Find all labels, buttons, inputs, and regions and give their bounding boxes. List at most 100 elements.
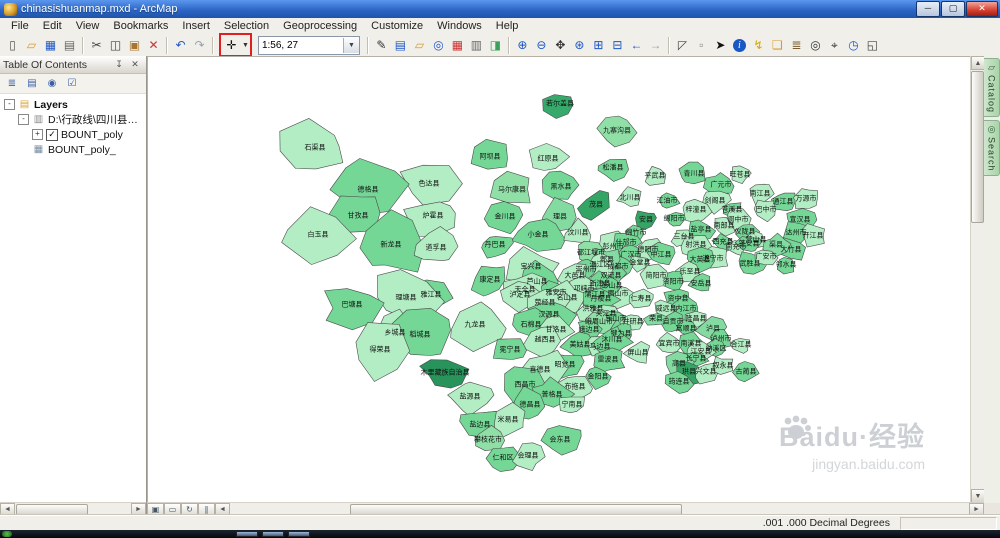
print-button[interactable]: ▤ bbox=[60, 36, 79, 55]
modelbuilder-button[interactable]: ◨ bbox=[486, 36, 505, 55]
menu-item-windows[interactable]: Windows bbox=[430, 19, 489, 33]
full-extent-button[interactable]: ⊛ bbox=[570, 36, 589, 55]
search-window-button[interactable]: ◎ bbox=[429, 36, 448, 55]
chevron-down-icon[interactable]: ▼ bbox=[342, 37, 359, 53]
new-document-button[interactable]: ▯ bbox=[3, 36, 22, 55]
viewer-window-button[interactable]: ◱ bbox=[863, 36, 882, 55]
copy-button[interactable]: ◫ bbox=[106, 36, 125, 55]
dock-tab-catalog[interactable]: ▱ Catalog bbox=[984, 58, 1000, 118]
svg-text:隆昌县: 隆昌县 bbox=[686, 314, 707, 323]
hyperlink-button[interactable]: ↯ bbox=[749, 36, 768, 55]
svg-text:仪陇县: 仪陇县 bbox=[735, 227, 756, 236]
svg-text:宣汉县: 宣汉县 bbox=[790, 215, 811, 224]
catalog-window-button[interactable]: ▱ bbox=[410, 36, 429, 55]
go-forward-extent-button[interactable]: → bbox=[646, 36, 665, 55]
menu-bar: File Edit View Bookmarks Insert Selection Geop… bbox=[0, 18, 1000, 35]
go-back-extent-button[interactable]: ← bbox=[627, 36, 646, 55]
map-scale-combo[interactable]: ▼ bbox=[257, 35, 360, 55]
menu-item-view[interactable]: View bbox=[69, 19, 107, 33]
list-by-visibility-button[interactable]: ◉ bbox=[43, 75, 61, 93]
chevron-down-icon[interactable]: ▼ bbox=[242, 42, 249, 49]
map-scale-input[interactable] bbox=[258, 38, 343, 52]
toc-tree-item-1[interactable]: -▥ D:\行政线\四川县级行政区... bbox=[0, 112, 146, 127]
maximize-button[interactable]: ▢ bbox=[941, 1, 965, 17]
taskbar-item[interactable] bbox=[236, 531, 258, 537]
fixed-zoom-out-button[interactable]: ⊟ bbox=[608, 36, 627, 55]
svg-text:资中县: 资中县 bbox=[668, 294, 689, 303]
taskbar-item[interactable] bbox=[262, 531, 284, 537]
map-vertical-scrollbar[interactable]: ▲ ▼ bbox=[970, 56, 985, 503]
list-by-source-button[interactable]: ▤ bbox=[23, 75, 41, 93]
arctoolbox-button[interactable]: ▦ bbox=[448, 36, 467, 55]
os-taskbar bbox=[0, 530, 1000, 538]
svg-text:金阳县: 金阳县 bbox=[588, 372, 609, 381]
cut-button[interactable]: ✂ bbox=[87, 36, 106, 55]
menu-item-selection[interactable]: Selection bbox=[217, 19, 276, 33]
menu-item-bookmarks[interactable]: Bookmarks bbox=[106, 19, 175, 33]
open-folder-button[interactable]: ▱ bbox=[22, 36, 41, 55]
catalog-icon: ▱ bbox=[988, 62, 995, 72]
dock-tab-search[interactable]: ◎ Search bbox=[984, 120, 1000, 176]
scroll-up-icon[interactable]: ▲ bbox=[971, 56, 985, 70]
table-of-contents-window-button[interactable]: ▤ bbox=[391, 36, 410, 55]
html-popup-button[interactable]: ❏ bbox=[768, 36, 787, 55]
map-horizontal-scrollbar[interactable]: ▣ ▭ ↻ ∥ ◄ ► bbox=[147, 502, 984, 518]
svg-text:泸定县: 泸定县 bbox=[510, 290, 531, 299]
find-icon: ◎ bbox=[810, 38, 821, 52]
zoom-in-button[interactable]: ⊕ bbox=[513, 36, 532, 55]
toc-tree-item-3[interactable]: ▦ BOUNT_poly_ bbox=[0, 142, 146, 157]
redo-button[interactable]: ↷ bbox=[190, 36, 209, 55]
menu-item-customize[interactable]: Customize bbox=[364, 19, 430, 33]
clear-selected-features-button[interactable]: ▫ bbox=[692, 36, 711, 55]
svg-text:黑水县: 黑水县 bbox=[551, 182, 572, 191]
scroll-down-icon[interactable]: ▼ bbox=[971, 489, 985, 503]
menu-item-edit[interactable]: Edit bbox=[36, 19, 69, 33]
find-button[interactable]: ◎ bbox=[806, 36, 825, 55]
close-button[interactable]: ✕ bbox=[966, 1, 998, 17]
collapse-icon[interactable]: - bbox=[18, 114, 29, 125]
pan-button[interactable]: ✥ bbox=[551, 36, 570, 55]
time-slider-button[interactable]: ◷ bbox=[844, 36, 863, 55]
list-by-selection-button[interactable]: ☑ bbox=[63, 75, 81, 93]
pin-icon[interactable]: ↧ bbox=[111, 57, 127, 72]
close-icon[interactable]: ✕ bbox=[127, 57, 143, 72]
go-to-xy-button[interactable]: ⌖ bbox=[825, 36, 844, 55]
menu-item-help[interactable]: Help bbox=[489, 19, 526, 33]
svg-text:西昌市: 西昌市 bbox=[515, 380, 536, 389]
zoom-out-button[interactable]: ⊖ bbox=[532, 36, 551, 55]
select-elements-button[interactable]: ➤ bbox=[711, 36, 730, 55]
measure-button[interactable]: ≣ bbox=[787, 36, 806, 55]
list-by-drawing-order-button[interactable]: ≣ bbox=[3, 75, 21, 93]
menu-item-insert[interactable]: Insert bbox=[175, 19, 217, 33]
toc-horizontal-scrollbar[interactable]: ◄ ► bbox=[0, 502, 146, 518]
start-orb-icon[interactable] bbox=[2, 531, 12, 537]
save-button[interactable]: ▦ bbox=[41, 36, 60, 55]
identify-button[interactable]: i bbox=[730, 36, 749, 55]
python-window-button[interactable]: ▥ bbox=[467, 36, 486, 55]
menu-item-geoprocessing[interactable]: Geoprocessing bbox=[276, 19, 364, 33]
minimize-button[interactable]: ─ bbox=[916, 1, 940, 17]
svg-text:得荣县: 得荣县 bbox=[370, 345, 391, 354]
toc-tree-item-0[interactable]: - ▤ Layers bbox=[0, 97, 146, 112]
delete-button[interactable]: ✕ bbox=[144, 36, 163, 55]
edit-pencil-button[interactable]: ✎ bbox=[372, 36, 391, 55]
svg-text:荣县: 荣县 bbox=[649, 314, 663, 323]
menu-item-file[interactable]: File bbox=[4, 19, 36, 33]
add-data-button[interactable]: ✛ bbox=[222, 36, 241, 55]
scroll-thumb[interactable] bbox=[971, 71, 984, 223]
collapse-icon[interactable]: - bbox=[4, 99, 15, 110]
select-features-button[interactable]: ◸ bbox=[673, 36, 692, 55]
main-toolbar: ▯▱▦▤✂◫▣✕↶↷✛▼▼✎▤▱◎▦▥◨⊕⊖✥⊛⊞⊟←→◸▫➤i↯❏≣◎⌖◷◱ bbox=[0, 33, 1000, 57]
svg-text:江安县: 江安县 bbox=[691, 347, 712, 356]
paste-button[interactable]: ▣ bbox=[125, 36, 144, 55]
expand-icon[interactable]: + bbox=[32, 129, 43, 140]
svg-text:合江县: 合江县 bbox=[731, 340, 752, 349]
taskbar-item[interactable] bbox=[288, 531, 310, 537]
layer-visibility-checkbox[interactable]: ✓ bbox=[46, 128, 58, 141]
undo-button[interactable]: ↶ bbox=[171, 36, 190, 55]
go-forward-extent-icon: → bbox=[649, 38, 662, 52]
map-canvas[interactable]: 石渠县 若尔盖县 九寨沟县 阿坝县 红原县 松潘县 平武县 青川县 旺苍县 广元市 色达县 德格县 南江… bbox=[147, 56, 971, 503]
toc-tree-item-2[interactable]: + ✓ BOUNT_poly bbox=[0, 127, 146, 142]
fixed-zoom-in-button[interactable]: ⊞ bbox=[589, 36, 608, 55]
svg-text:石渠县: 石渠县 bbox=[305, 143, 326, 152]
